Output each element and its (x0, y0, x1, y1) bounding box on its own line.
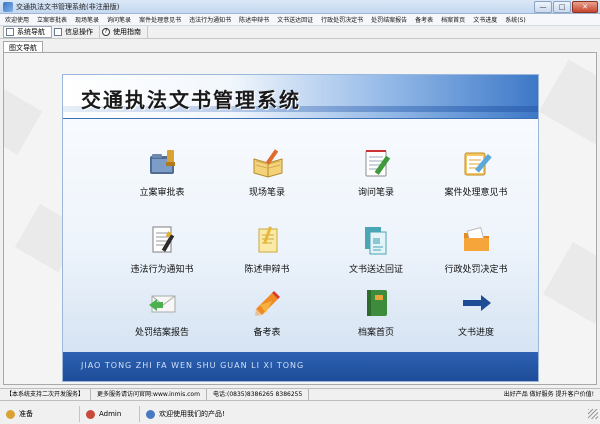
user-guide-button[interactable]: ? 使用指南 (100, 26, 148, 38)
nav-item-label: 现场笔录 (248, 188, 285, 198)
menu-inquiry-record[interactable]: 询问笔录 (107, 15, 131, 24)
nav-item-delivery-receipt[interactable]: 文书送达回证 (321, 224, 431, 284)
menu-statement-defense[interactable]: 陈述申辩书 (239, 15, 269, 24)
close-button[interactable]: ✕ (572, 0, 598, 13)
background-hexagon (538, 59, 596, 147)
nav-item-label: 文书送达回证 (348, 265, 403, 275)
status-welcome: 欢迎使用我们的产品! (140, 406, 233, 422)
envelope-arrow-icon (149, 295, 176, 313)
window-controls: — □ ✕ (533, 0, 598, 13)
ready-label: 准备 (19, 410, 33, 418)
nav-item-reference-table[interactable]: 备考表 (212, 287, 322, 347)
open-book-pen-icon (253, 149, 283, 178)
status-phone: 电话:(0835)8386265 8386255 (207, 389, 310, 400)
nav-item-archive-home[interactable]: 档案首页 (321, 287, 431, 347)
resize-grip[interactable] (588, 409, 598, 419)
colored-pencil-icon (255, 291, 280, 316)
minimize-button[interactable]: — (534, 0, 552, 13)
title-bar: 交通执法文书管理系统(非注册版) — □ ✕ (0, 0, 600, 14)
nav-item-statement-defense[interactable]: 陈述申辩书 (212, 224, 322, 284)
nav-item-label: 案件处理意见书 (444, 188, 508, 198)
status-slogan: 出好产品 做好服务 提升客户价值! (503, 391, 594, 398)
menu-document-progress[interactable]: 文书进度 (473, 15, 497, 24)
background-hexagon (4, 81, 43, 155)
system-nav-button[interactable]: 系统导航 (3, 26, 52, 38)
menu-system[interactable]: 系统(S) (505, 15, 526, 24)
status-support: 【本系统支持二次开发服务】 (0, 389, 92, 400)
notepad-pencil-icon (365, 150, 391, 177)
user-label: Admin (99, 410, 122, 418)
nav-item-label: 违法行为通知书 (130, 265, 194, 275)
info-window-icon (54, 28, 62, 36)
footer-pinyin: JIAO TONG ZHI FA WEN SHU GUAN LI XI TONG (81, 361, 305, 370)
nav-item-case-approval[interactable]: 立案审批表 (107, 147, 217, 207)
nav-item-document-progress[interactable]: 文书进度 (421, 287, 531, 347)
nav-item-label: 立案审批表 (139, 188, 185, 198)
background-hexagon (543, 242, 596, 324)
nav-item-label: 文书进度 (457, 328, 494, 338)
nav-item-label: 行政处罚决定书 (444, 265, 508, 275)
nav-item-label: 处罚结案报告 (134, 328, 189, 338)
menu-closing-report[interactable]: 处罚结案报告 (371, 15, 407, 24)
info-ops-label: 信息操作 (65, 28, 93, 36)
maximize-button[interactable]: □ (553, 0, 571, 13)
panel-header: 交通执法文书管理系统 (63, 75, 538, 119)
nav-item-scene-record[interactable]: 现场笔录 (212, 147, 322, 207)
status-ready: 准备 (0, 406, 80, 422)
system-nav-label: 系统导航 (17, 28, 45, 36)
toolbar: 系统导航 信息操作 ? 使用指南 (0, 26, 600, 39)
nav-item-case-opinion[interactable]: 案件处理意见书 (421, 147, 531, 207)
menu-scene-record[interactable]: 现场笔录 (75, 15, 99, 24)
nav-item-label: 备考表 (253, 328, 281, 338)
note-pencil-icon (258, 226, 278, 253)
orange-folder-icon (464, 226, 489, 251)
menu-reference-table[interactable]: 备考表 (415, 15, 433, 24)
bottom-status-bar: 准备 Admin 欢迎使用我们的产品! (0, 404, 600, 424)
menu-case-opinion[interactable]: 案件处理意见书 (139, 15, 181, 24)
folder-stamp-icon (150, 150, 175, 174)
nav-item-label: 询问笔录 (357, 188, 394, 198)
user-icon (86, 409, 95, 419)
status-user: Admin (80, 406, 140, 422)
menu-bar: 欢迎使用 立案审批表 现场笔录 询问笔录 案件处理意见书 违法行为通知书 陈述申… (0, 14, 600, 26)
nav-item-label: 档案首页 (357, 328, 394, 338)
info-status-bar: 【本系统支持二次开发服务】 更多服务请访问官网:www.inmis.com 电话… (0, 388, 600, 401)
nav-item-closing-report[interactable]: 处罚结案报告 (107, 287, 217, 347)
nav-item-label: 陈述申辩书 (244, 265, 290, 275)
document-pen-icon (152, 226, 175, 253)
panel-title: 交通执法文书管理系统 (81, 88, 301, 112)
menu-case-approval[interactable]: 立案审批表 (37, 15, 67, 24)
menu-violation-notice[interactable]: 违法行为通知书 (189, 15, 231, 24)
user-guide-label: 使用指南 (113, 28, 141, 36)
menu-welcome[interactable]: 欢迎使用 (5, 15, 29, 24)
nav-window-icon (6, 28, 14, 36)
menu-penalty-decision[interactable]: 行政处罚决定书 (321, 15, 363, 24)
panel-footer: JIAO TONG ZHI FA WEN SHU GUAN LI XI TONG (63, 352, 538, 381)
menu-archive-home[interactable]: 档案首页 (441, 15, 465, 24)
help-icon: ? (102, 28, 110, 36)
info-ops-button[interactable]: 信息操作 (52, 26, 100, 38)
welcome-icon (146, 409, 155, 419)
window-title: 交通执法文书管理系统(非注册版) (16, 2, 120, 11)
nav-item-violation-notice[interactable]: 违法行为通知书 (107, 224, 217, 284)
menu-delivery-receipt[interactable]: 文书送达回证 (277, 15, 313, 24)
documents-stack-icon (365, 227, 387, 255)
green-book-icon (367, 290, 387, 316)
ready-icon (6, 409, 15, 419)
clipboard-pencil-icon (464, 152, 492, 176)
welcome-label: 欢迎使用我们的产品! (159, 410, 225, 418)
right-arrow-icon (463, 295, 491, 311)
nav-item-penalty-decision[interactable]: 行政处罚决定书 (421, 224, 531, 284)
nav-item-inquiry-record[interactable]: 询问笔录 (321, 147, 431, 207)
app-icon (3, 1, 13, 12)
status-website: 更多服务请访问官网:www.inmis.com (91, 389, 207, 400)
navigation-panel: 交通执法文书管理系统 立案审批表 现场笔录 询问笔录 案件处理意见书 违法行为通… (62, 74, 539, 382)
